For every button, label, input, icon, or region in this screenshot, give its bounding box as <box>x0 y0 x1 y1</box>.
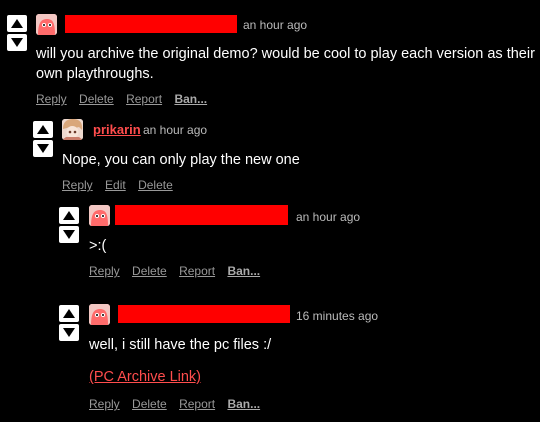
comment-body: well, i still have the pc files :/ <box>89 337 272 353</box>
vote-controls <box>59 305 79 343</box>
up-triangle-icon <box>63 309 75 318</box>
archive-link[interactable]: (PC Archive Link) <box>89 369 201 385</box>
down-triangle-icon <box>63 328 75 337</box>
ban-link[interactable]: Ban... <box>227 397 260 411</box>
downvote-button[interactable] <box>59 324 79 341</box>
comment-4: 16 minutes ago well, i still have the pc… <box>0 0 540 422</box>
reply-link[interactable]: Reply <box>89 397 120 411</box>
report-link[interactable]: Report <box>179 397 215 411</box>
comment-timestamp: 16 minutes ago <box>296 309 379 323</box>
pink-creature-avatar-icon <box>89 304 110 325</box>
delete-link[interactable]: Delete <box>132 397 167 411</box>
comment-actions: Reply Delete Report Ban... <box>89 397 269 411</box>
avatar[interactable] <box>89 304 110 325</box>
redacted-username <box>118 305 290 323</box>
upvote-button[interactable] <box>59 305 79 322</box>
